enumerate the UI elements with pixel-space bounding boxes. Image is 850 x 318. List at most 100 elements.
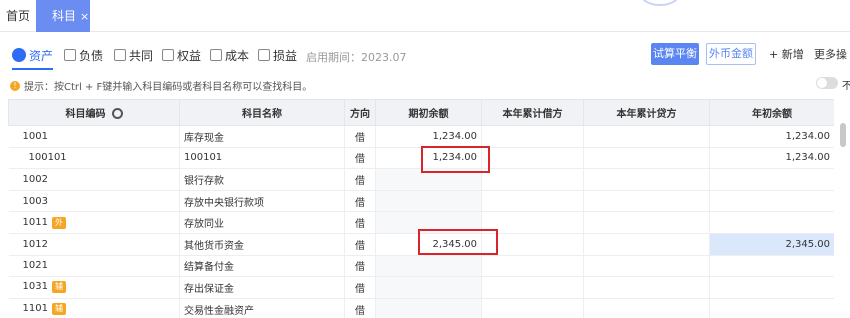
cell-name[interactable]: 银行存款 bbox=[179, 168, 345, 191]
col-header-opening[interactable]: 期初余额 bbox=[375, 99, 482, 126]
cell-direction[interactable]: 借 bbox=[344, 276, 376, 299]
cell-direction-text: 借 bbox=[355, 197, 365, 209]
category-tab-asset[interactable]: 资产 bbox=[12, 44, 54, 70]
cell-name-text: 存放同业 bbox=[184, 219, 224, 231]
more-actions-button[interactable]: 更多操 bbox=[814, 46, 847, 62]
cell-direction[interactable]: 借 bbox=[344, 211, 376, 234]
cell-debit[interactable] bbox=[481, 125, 584, 148]
cell-name[interactable]: 结算备付金 bbox=[179, 255, 345, 278]
cell-direction[interactable]: 借 bbox=[344, 190, 376, 213]
cell-opening[interactable] bbox=[375, 190, 482, 213]
cell-code[interactable]: 100101 bbox=[8, 147, 180, 170]
cell-name[interactable]: 存放同业 bbox=[179, 211, 345, 234]
category-tab-profit-loss[interactable]: 损益 bbox=[258, 44, 297, 66]
cell-opening[interactable] bbox=[375, 276, 482, 299]
cell-opening[interactable] bbox=[375, 298, 482, 318]
tab-home[interactable]: 首页 bbox=[0, 0, 36, 32]
account-badge: 辅 bbox=[51, 303, 66, 316]
cell-direction-text: 借 bbox=[355, 283, 365, 295]
cell-direction[interactable]: 借 bbox=[344, 147, 376, 170]
cell-credit[interactable] bbox=[583, 211, 710, 234]
cell-debit[interactable] bbox=[481, 255, 584, 278]
fx-amount-button[interactable]: 外币金额 bbox=[706, 43, 756, 65]
col-header-code[interactable]: 科目编码 bbox=[8, 99, 180, 126]
table-row[interactable]: 1003 存放中央银行款项 借 bbox=[8, 190, 834, 213]
cell-code[interactable]: 1011 外 bbox=[8, 211, 180, 234]
cell-direction[interactable]: 借 bbox=[344, 168, 376, 191]
cell-name[interactable]: 其他货币资金 bbox=[179, 233, 345, 256]
cell-code[interactable]: 1002 bbox=[8, 168, 180, 191]
cell-debit[interactable] bbox=[481, 276, 584, 299]
cell-credit[interactable] bbox=[583, 147, 710, 170]
tab-accounts[interactable]: 科目 × bbox=[36, 0, 90, 32]
hint-bar: ! 提示：按Ctrl + F键并输入科目编码或者科目名称可以查找科目。 bbox=[10, 78, 312, 93]
cell-direction-text: 借 bbox=[355, 240, 365, 252]
cell-year-start-text: 1,234.00 bbox=[785, 152, 830, 164]
cell-debit[interactable] bbox=[481, 190, 584, 213]
table-row[interactable]: 1021 结算备付金 借 bbox=[8, 255, 834, 278]
cell-credit[interactable] bbox=[583, 125, 710, 148]
cell-year-start-text: 1,234.00 bbox=[785, 130, 830, 142]
cell-credit[interactable] bbox=[583, 298, 710, 318]
cell-code[interactable]: 1101 辅 bbox=[8, 298, 180, 318]
gear-icon[interactable] bbox=[111, 108, 123, 119]
cell-name[interactable]: 存放中央银行款项 bbox=[179, 190, 345, 213]
cell-direction[interactable]: 借 bbox=[344, 125, 376, 148]
table-row[interactable]: 1101 辅交易性金融资产借 bbox=[8, 298, 834, 318]
category-tab-liability[interactable]: 负债 bbox=[64, 44, 103, 66]
cell-credit[interactable] bbox=[583, 255, 710, 278]
category-label: 资产 bbox=[29, 48, 54, 63]
cell-year-start[interactable]: 2,345.00 bbox=[709, 233, 834, 256]
cell-year-start[interactable]: 1,234.00 bbox=[709, 125, 834, 148]
cell-direction[interactable]: 借 bbox=[344, 233, 376, 256]
cell-name[interactable]: 交易性金融资产 bbox=[179, 298, 345, 318]
cell-code[interactable]: 1031 辅 bbox=[8, 276, 180, 299]
cell-code[interactable]: 1021 bbox=[8, 255, 180, 278]
category-tab-common[interactable]: 共同 bbox=[114, 44, 153, 66]
scrollbar-thumb[interactable] bbox=[840, 123, 846, 147]
cell-opening[interactable]: 1,234.00 bbox=[375, 125, 482, 148]
cell-year-start[interactable] bbox=[709, 190, 834, 213]
cell-opening[interactable] bbox=[375, 255, 482, 278]
tab-accounts-label: 科目 bbox=[52, 9, 77, 23]
close-icon[interactable]: × bbox=[80, 10, 89, 23]
cell-code[interactable]: 1001 bbox=[8, 125, 180, 148]
cell-code[interactable]: 1012 bbox=[8, 233, 180, 256]
cell-direction[interactable]: 借 bbox=[344, 255, 376, 278]
cell-year-start[interactable] bbox=[709, 276, 834, 299]
cell-name-text: 100101 bbox=[184, 152, 223, 164]
cell-name-text: 存放中央银行款项 bbox=[184, 197, 264, 209]
cell-year-start[interactable] bbox=[709, 255, 834, 278]
cell-credit[interactable] bbox=[583, 276, 710, 299]
cell-name[interactable]: 库存现金 bbox=[179, 125, 345, 148]
col-header-direction[interactable]: 方向 bbox=[344, 99, 376, 126]
add-button[interactable]: + 新增 bbox=[769, 46, 804, 62]
cell-year-start[interactable] bbox=[709, 211, 834, 234]
cell-debit[interactable] bbox=[481, 298, 584, 318]
col-header-debit[interactable]: 本年累计借方 bbox=[481, 99, 584, 126]
cell-name[interactable]: 100101 bbox=[179, 147, 345, 170]
table-row[interactable]: 1001 库存现金 借 1,234.00 1,234.00 bbox=[8, 125, 834, 148]
cell-credit[interactable] bbox=[583, 233, 710, 256]
col-header-name[interactable]: 科目名称 bbox=[179, 99, 345, 126]
cell-credit[interactable] bbox=[583, 168, 710, 191]
cell-debit[interactable] bbox=[481, 147, 584, 170]
cell-year-start[interactable] bbox=[709, 168, 834, 191]
account-badge: 辅 bbox=[51, 281, 66, 294]
category-tab-cost[interactable]: 成本 bbox=[210, 44, 249, 66]
cell-year-start[interactable]: 1,234.00 bbox=[709, 147, 834, 170]
cell-name[interactable]: 存出保证金 bbox=[179, 276, 345, 299]
cell-code[interactable]: 1003 bbox=[8, 190, 180, 213]
cell-debit[interactable] bbox=[481, 168, 584, 191]
cell-credit[interactable] bbox=[583, 190, 710, 213]
profit-loss-icon bbox=[258, 49, 270, 61]
cell-direction[interactable]: 借 bbox=[344, 298, 376, 318]
toggle-switch[interactable] bbox=[816, 77, 838, 89]
category-label: 权益 bbox=[177, 48, 202, 63]
trial-balance-button[interactable]: 试算平衡 bbox=[651, 43, 699, 65]
cell-year-start[interactable] bbox=[709, 298, 834, 318]
col-header-year-start[interactable]: 年初余额 bbox=[709, 99, 834, 126]
table-row[interactable]: 1031 辅存出保证金借 bbox=[8, 276, 834, 299]
category-tab-equity[interactable]: 权益 bbox=[162, 44, 201, 66]
col-header-credit[interactable]: 本年累计贷方 bbox=[583, 99, 710, 126]
